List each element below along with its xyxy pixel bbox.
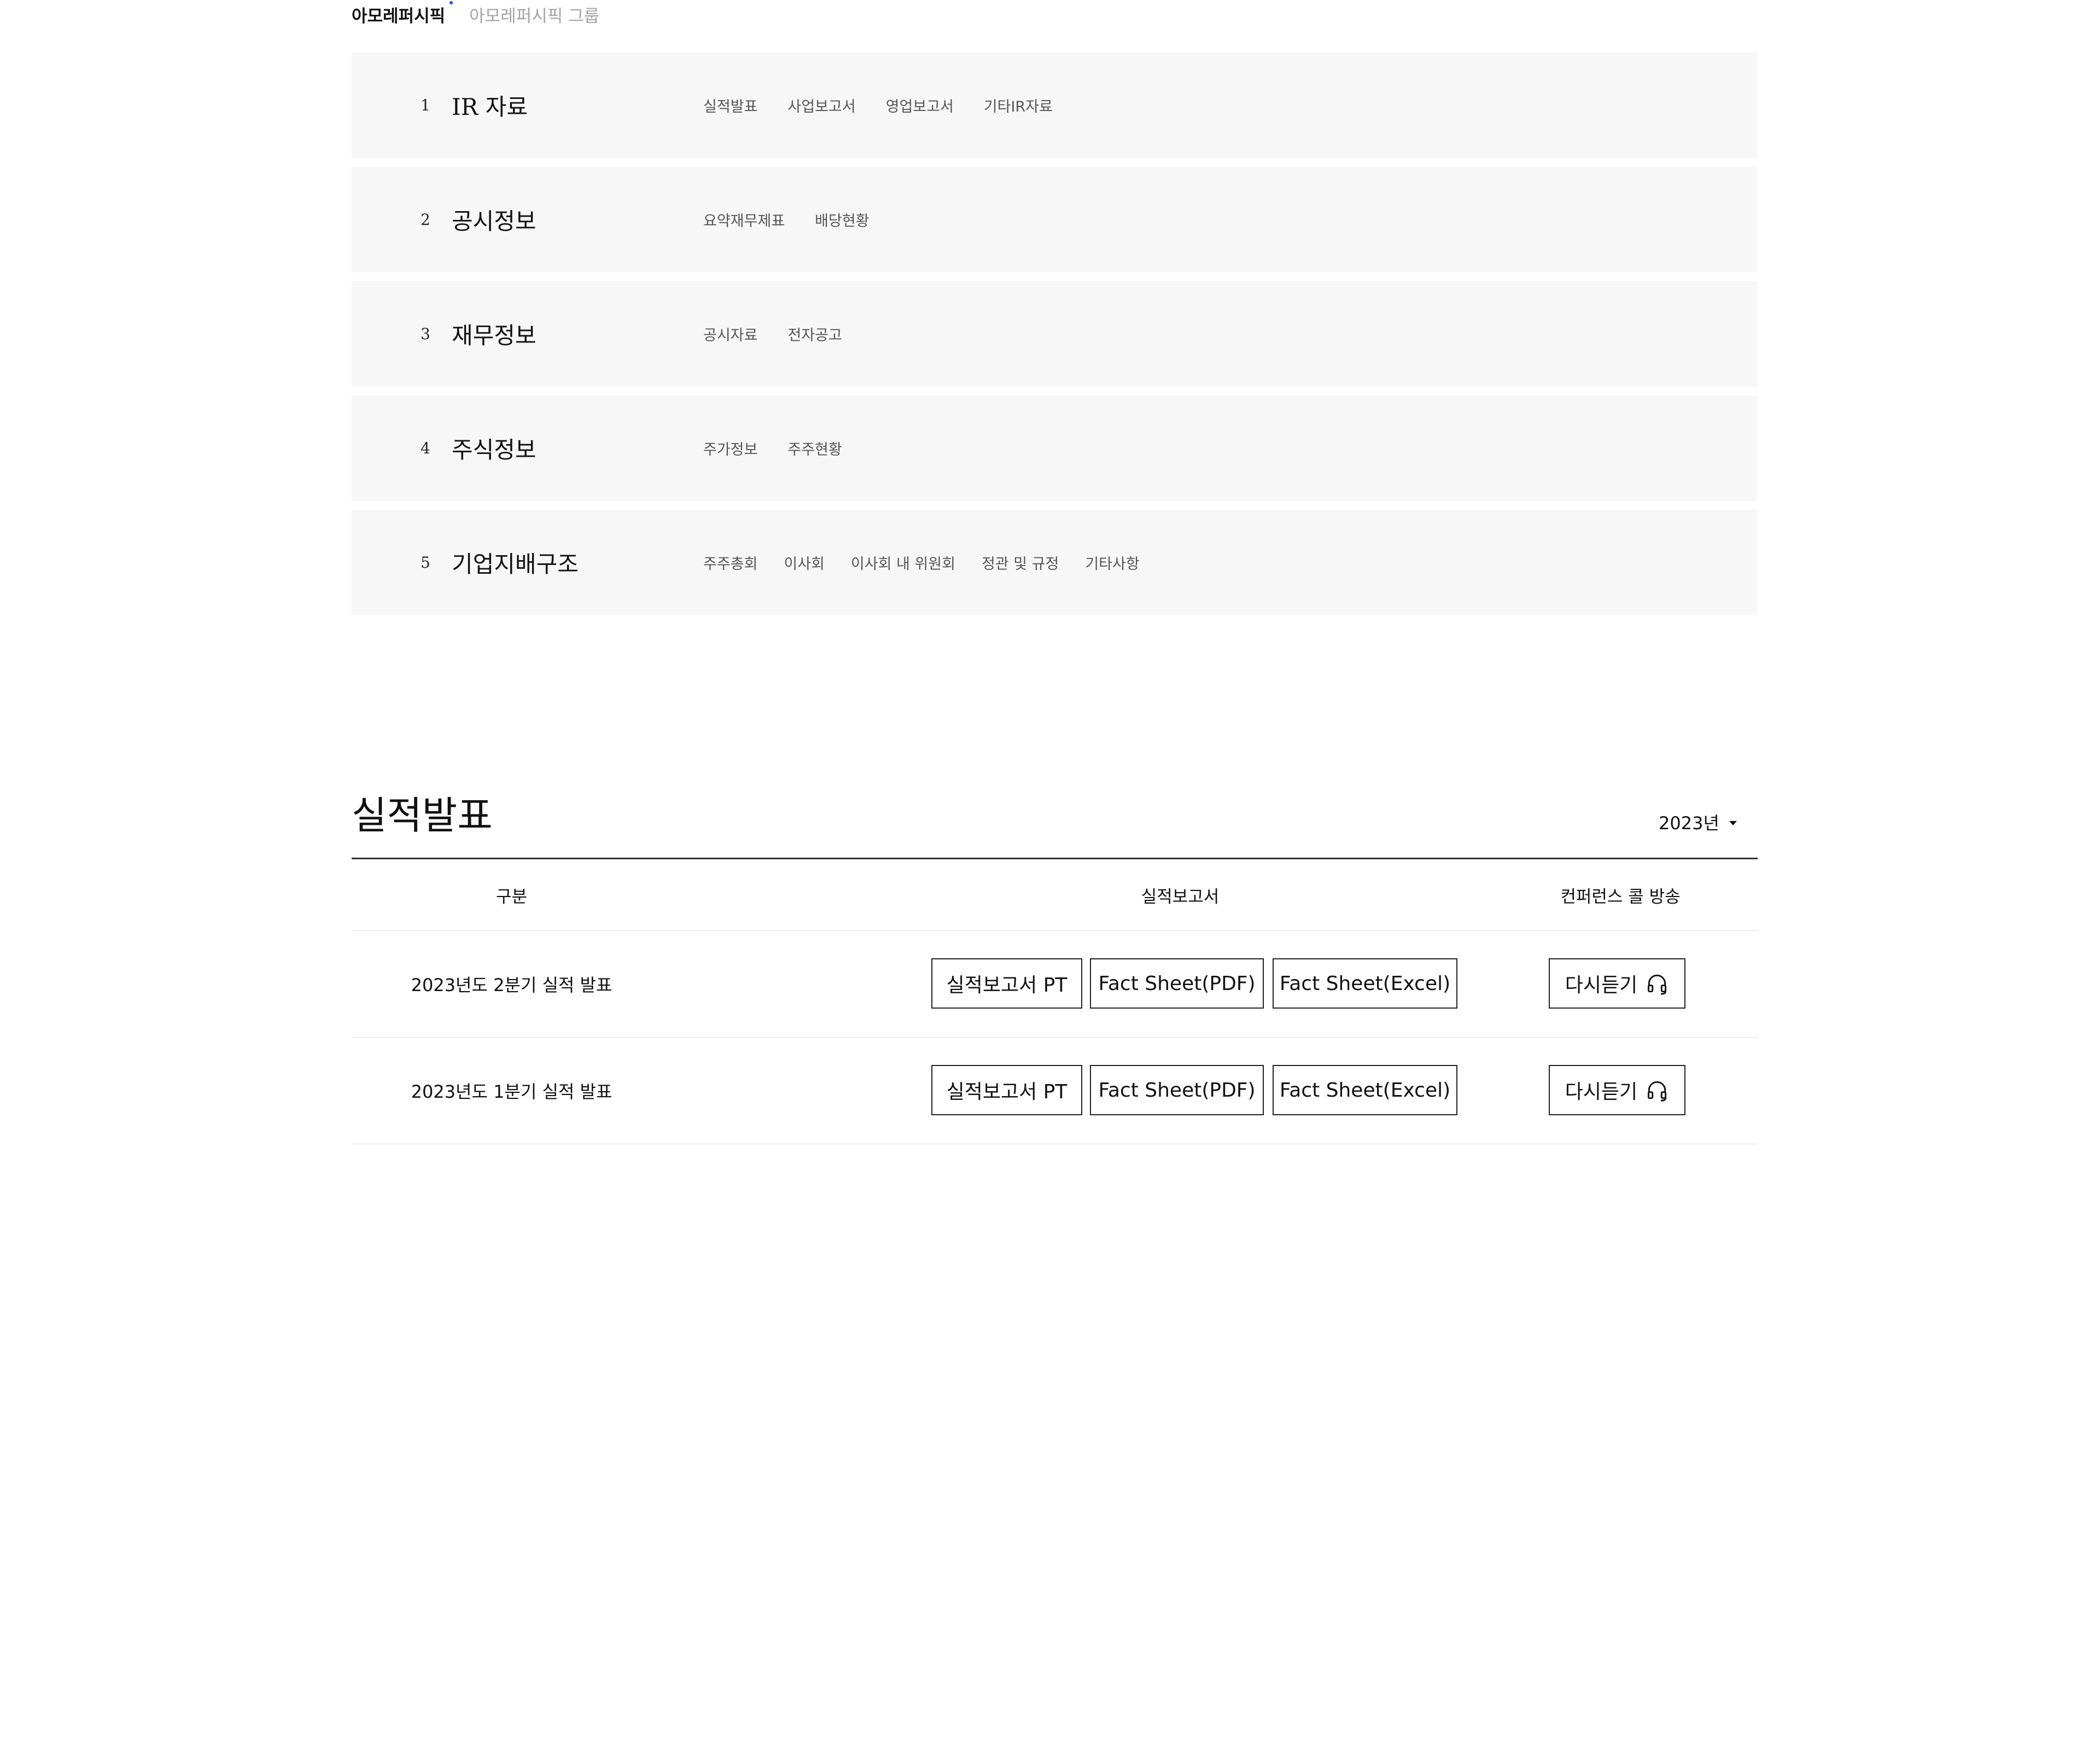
menu-row-financial: 3 재무정보 공시자료 전자공고 bbox=[352, 281, 1758, 387]
replay-label: 다시듣기 bbox=[1565, 1081, 1638, 1103]
menu-row-stock: 4 주식정보 주가정보 주주현황 bbox=[352, 395, 1758, 501]
year-select-value: 2023년 bbox=[1659, 813, 1719, 834]
earnings-table: 구분 실적보고서 컨퍼런스 콜 방송 2023년도 2분기 실적 발표 실적보고… bbox=[352, 858, 1758, 1144]
menu-link[interactable]: 공시자료 bbox=[703, 323, 757, 345]
tab-label: 아모레퍼시픽 bbox=[352, 6, 446, 26]
menu-link[interactable]: 실적발표 bbox=[703, 95, 757, 116]
row-label: 2023년도 2분기 실적 발표 bbox=[411, 975, 612, 995]
caret-down-icon bbox=[1729, 821, 1737, 825]
headphones-icon bbox=[1648, 974, 1667, 995]
menu-number: 2 bbox=[421, 211, 430, 229]
menu-title[interactable]: 주식정보 bbox=[452, 432, 536, 465]
menu-link[interactable]: 사업보고서 bbox=[788, 95, 855, 116]
column-header: 구분 bbox=[495, 887, 528, 907]
section-title: 실적발표 bbox=[352, 793, 493, 838]
tab-amorepacific-group[interactable]: 아모레퍼시픽 그룹 bbox=[469, 2, 599, 27]
row-label: 2023년도 1분기 실적 발표 bbox=[411, 1081, 612, 1102]
menu-title[interactable]: 공시정보 bbox=[452, 203, 536, 236]
fact-sheet-pdf-button[interactable]: Fact Sheet(PDF) bbox=[1090, 958, 1264, 1009]
menu-link[interactable]: 주주총회 bbox=[703, 552, 757, 573]
menu-number: 3 bbox=[421, 325, 430, 343]
menu-number: 1 bbox=[421, 96, 430, 114]
menu-row-ir: 1 IR 자료 실적발표 사업보고서 영업보고서 기타IR자료 bbox=[352, 53, 1758, 158]
replay-button[interactable]: 다시듣기 bbox=[1549, 958, 1685, 1009]
fact-sheet-excel-button[interactable]: Fact Sheet(Excel) bbox=[1273, 958, 1457, 1009]
menu-link[interactable]: 주가정보 bbox=[703, 438, 757, 459]
ir-menu: 1 IR 자료 실적발표 사업보고서 영업보고서 기타IR자료 2 공시정보 요… bbox=[352, 53, 1758, 624]
tab-amorepacific[interactable]: 아모레퍼시픽 bbox=[352, 1, 453, 27]
active-dot-icon bbox=[450, 1, 453, 4]
menu-link[interactable]: 전자공고 bbox=[788, 323, 842, 345]
menu-title[interactable]: 기업지배구조 bbox=[452, 546, 579, 579]
table-row: 2023년도 2분기 실적 발표 실적보고서 PT Fact Sheet(PDF… bbox=[352, 931, 1758, 1038]
replay-button[interactable]: 다시듣기 bbox=[1549, 1065, 1685, 1115]
table-row: 2023년도 1분기 실적 발표 실적보고서 PT Fact Sheet(PDF… bbox=[352, 1038, 1758, 1144]
menu-link[interactable]: 정관 및 규정 bbox=[982, 552, 1059, 573]
headphones-icon bbox=[1648, 1081, 1667, 1102]
report-pt-button[interactable]: 실적보고서 PT bbox=[931, 958, 1082, 1009]
menu-links: 실적발표 사업보고서 영업보고서 기타IR자료 bbox=[703, 95, 1083, 116]
menu-number: 4 bbox=[421, 439, 430, 457]
fact-sheet-excel-button[interactable]: Fact Sheet(Excel) bbox=[1273, 1065, 1457, 1115]
menu-title[interactable]: 재무정보 bbox=[452, 317, 536, 351]
menu-row-disclosure: 2 공시정보 요약재무제표 배당현황 bbox=[352, 167, 1758, 272]
menu-links: 공시자료 전자공고 bbox=[703, 323, 872, 345]
menu-row-governance: 5 기업지배구조 주주총회 이사회 이사회 내 위원회 정관 및 규정 기타사항 bbox=[352, 510, 1758, 615]
year-select[interactable]: 2023년 bbox=[1659, 810, 1737, 835]
report-pt-button[interactable]: 실적보고서 PT bbox=[931, 1065, 1082, 1115]
replay-label: 다시듣기 bbox=[1565, 974, 1638, 997]
menu-links: 주가정보 주주현황 bbox=[703, 438, 872, 459]
menu-links: 주주총회 이사회 이사회 내 위원회 정관 및 규정 기타사항 bbox=[703, 552, 1170, 573]
menu-link[interactable]: 영업보고서 bbox=[886, 95, 954, 116]
column-header: 컨퍼런스 콜 방송 bbox=[1560, 887, 1681, 907]
menu-links: 요약재무제표 배당현황 bbox=[703, 209, 899, 230]
menu-link[interactable]: 요약재무제표 bbox=[703, 209, 785, 230]
menu-link[interactable]: 기타IR자료 bbox=[984, 95, 1053, 116]
menu-link[interactable]: 기타사항 bbox=[1085, 552, 1139, 573]
table-header: 구분 실적보고서 컨퍼런스 콜 방송 bbox=[352, 858, 1758, 931]
menu-link[interactable]: 배당현황 bbox=[815, 209, 869, 230]
menu-link[interactable]: 주주현황 bbox=[788, 438, 842, 459]
fact-sheet-pdf-button[interactable]: Fact Sheet(PDF) bbox=[1090, 1065, 1264, 1115]
menu-link[interactable]: 이사회 내 위원회 bbox=[851, 552, 955, 573]
column-header: 실적보고서 bbox=[1141, 887, 1220, 907]
company-tabs: 아모레퍼시픽 아모레퍼시픽 그룹 bbox=[352, 1, 599, 27]
menu-link[interactable]: 이사회 bbox=[784, 552, 825, 573]
menu-title[interactable]: IR 자료 bbox=[452, 89, 528, 122]
menu-number: 5 bbox=[421, 554, 430, 572]
